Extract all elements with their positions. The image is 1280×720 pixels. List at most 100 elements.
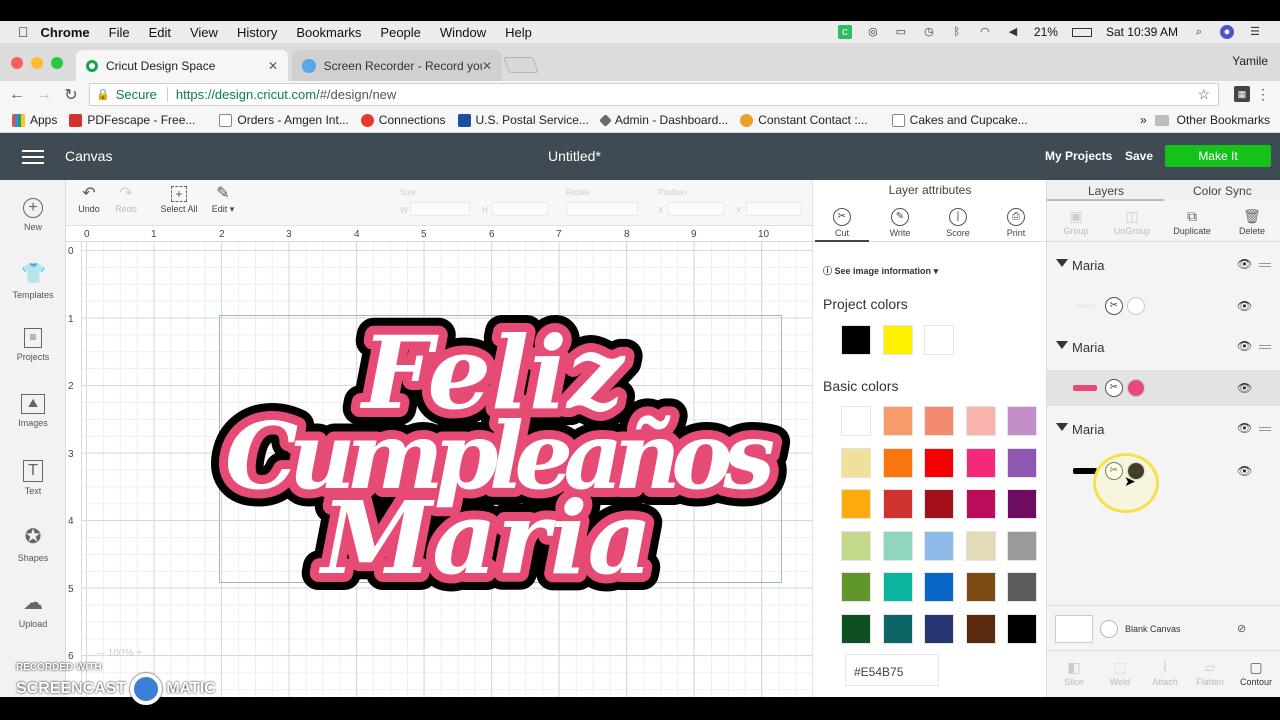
wifi-icon[interactable]: ◠ xyxy=(978,25,992,39)
layer-color-dot[interactable] xyxy=(1127,297,1145,315)
sidebar-item-templates[interactable]: 👕 Templates xyxy=(0,262,66,300)
sidebar-item-projects[interactable]: ≡ Projects xyxy=(0,328,66,362)
bluetooth-icon[interactable]: ᛒ xyxy=(950,25,964,39)
canvas-color-dot[interactable] xyxy=(1100,620,1118,638)
other-bookmarks[interactable]: Other Bookmarks xyxy=(1177,113,1270,127)
save-button[interactable]: Save xyxy=(1125,149,1153,163)
basic-color-swatch[interactable] xyxy=(882,613,913,644)
new-tab-button[interactable] xyxy=(503,57,539,73)
menu-help[interactable]: Help xyxy=(505,25,532,40)
bookmark-usps[interactable]: U.S. Postal Service... xyxy=(457,113,589,127)
basic-color-swatch[interactable] xyxy=(841,530,871,561)
basic-color-swatch[interactable] xyxy=(965,613,996,644)
select-all-button[interactable]: + Select All xyxy=(158,184,200,214)
basic-color-swatch[interactable] xyxy=(1007,530,1037,561)
width-input[interactable] xyxy=(410,202,470,216)
basic-color-swatch[interactable] xyxy=(924,613,954,644)
basic-color-swatch[interactable] xyxy=(841,406,871,436)
basic-color-swatch[interactable] xyxy=(882,489,913,519)
attach-button[interactable]: ⌇ Attach xyxy=(1142,659,1188,687)
bookmark-star-icon[interactable]: ☆ xyxy=(1197,86,1210,103)
basic-color-swatch[interactable] xyxy=(841,489,871,519)
my-projects-button[interactable]: My Projects xyxy=(1045,149,1112,163)
bookmark-pdfescape[interactable]: PDFescape - Free... xyxy=(69,113,195,127)
delete-button[interactable]: 🗑 Delete xyxy=(1227,208,1277,236)
bookmark-cakes-cupcakes[interactable]: Cakes and Cupcake... xyxy=(891,113,1028,127)
collapse-triangle-icon[interactable] xyxy=(1056,423,1068,431)
sidebar-item-images[interactable]: ⛰ Images xyxy=(0,394,66,428)
time-machine-icon[interactable]: ◷ xyxy=(922,25,936,39)
close-tab-icon[interactable]: ✕ xyxy=(482,59,492,73)
drag-handle-icon[interactable] xyxy=(1259,345,1271,349)
sidebar-item-text[interactable]: T Text xyxy=(0,460,66,496)
collapse-triangle-icon[interactable] xyxy=(1056,341,1068,349)
rotate-input[interactable] xyxy=(566,202,638,216)
sidebar-item-upload[interactable]: ☁ Upload xyxy=(0,591,66,629)
chrome-menu-icon[interactable]: ⋮ xyxy=(1256,86,1270,103)
menu-history[interactable]: History xyxy=(237,25,277,40)
back-arrow-icon[interactable]: ← xyxy=(7,86,27,104)
undo-button[interactable]: ↶ Undo xyxy=(76,184,102,214)
redo-button[interactable]: ↷ Redo xyxy=(113,184,139,214)
eye-icon[interactable]: 👁 xyxy=(1237,464,1252,478)
eye-icon[interactable]: 👁 xyxy=(1237,421,1252,435)
collapse-triangle-icon[interactable] xyxy=(1056,259,1068,267)
evernote-icon[interactable]: c xyxy=(837,25,852,39)
layer-row[interactable]: ✂ 👁 xyxy=(1047,453,1280,489)
y-input[interactable] xyxy=(746,202,802,216)
menu-people[interactable]: People xyxy=(380,25,420,40)
zoom-window-button[interactable] xyxy=(51,57,63,69)
layer-white-text[interactable]: Feliz Cumpleaños Maria xyxy=(225,314,775,597)
tab-cricut-design-space[interactable]: Cricut Design Space ✕ xyxy=(76,50,288,81)
basic-color-swatch[interactable] xyxy=(882,530,913,561)
profile-name[interactable]: Yamile xyxy=(1232,54,1268,68)
tab-layers[interactable]: Layers xyxy=(1088,184,1124,198)
bookmark-apps[interactable]: Apps xyxy=(12,113,57,127)
tab-score[interactable]: ❘ Score xyxy=(931,208,985,238)
basic-color-swatch[interactable] xyxy=(965,447,996,478)
edit-dropdown[interactable]: ✎ Edit ▾ xyxy=(207,184,239,215)
cut-icon[interactable]: ✂ xyxy=(1105,297,1123,315)
basic-color-swatch[interactable] xyxy=(924,489,954,519)
group-button[interactable]: ▣ Group xyxy=(1051,208,1101,236)
blank-canvas-thumbnail[interactable] xyxy=(1055,615,1093,643)
basic-color-swatch[interactable] xyxy=(924,447,954,478)
eye-off-icon[interactable]: ⊘ xyxy=(1237,622,1246,635)
menu-clock[interactable]: Sat 10:39 AM xyxy=(1106,25,1178,39)
tab-write[interactable]: ✎ Write xyxy=(873,208,927,238)
weld-button[interactable]: ⬚ Weld xyxy=(1097,659,1143,687)
basic-color-swatch[interactable] xyxy=(1007,489,1037,519)
basic-color-swatch[interactable] xyxy=(965,572,996,602)
basic-color-swatch[interactable] xyxy=(965,406,996,436)
airplay-icon[interactable]: ▭ xyxy=(894,25,908,39)
url-bar[interactable]: 🔒 Secure https://design.cricut.com /#/de… xyxy=(89,83,1219,106)
layer-row[interactable]: ✂ 👁 xyxy=(1047,370,1280,406)
basic-color-swatch[interactable] xyxy=(882,447,913,478)
layer-group-header[interactable]: Maria 👁 xyxy=(1047,333,1280,361)
ungroup-button[interactable]: ◫ UnGroup xyxy=(1107,208,1157,236)
x-input[interactable] xyxy=(668,202,724,216)
close-window-button[interactable] xyxy=(11,57,23,69)
volume-icon[interactable]: ◀ xyxy=(1006,25,1020,39)
contour-button[interactable]: ▢ Contour xyxy=(1233,659,1279,687)
project-color-swatch[interactable] xyxy=(841,325,871,355)
bookmark-connections[interactable]: Connections xyxy=(360,113,446,127)
bookmark-constant-contact[interactable]: Constant Contact :... xyxy=(740,113,868,127)
spotlight-search-icon[interactable]: ⌕ xyxy=(1192,25,1206,39)
cut-icon[interactable]: ✂ xyxy=(1105,379,1123,397)
sync-icon[interactable]: ◎ xyxy=(866,25,880,39)
make-it-button[interactable]: Make It xyxy=(1165,145,1271,167)
notification-center-icon[interactable]: ☰ xyxy=(1248,25,1262,39)
drag-handle-icon[interactable] xyxy=(1259,427,1271,431)
basic-color-swatch[interactable] xyxy=(924,572,954,602)
basic-color-swatch[interactable] xyxy=(882,406,913,436)
see-image-information-toggle[interactable]: ⓘ See image information ▾ xyxy=(823,264,938,277)
basic-color-swatch[interactable] xyxy=(841,447,871,478)
basic-color-swatch[interactable] xyxy=(841,572,871,602)
menu-window[interactable]: Window xyxy=(440,25,486,40)
basic-color-swatch[interactable] xyxy=(924,530,954,561)
apple-icon[interactable]:  xyxy=(18,24,29,40)
menu-app-name[interactable]: Chrome xyxy=(41,25,90,40)
height-input[interactable] xyxy=(492,202,548,216)
basic-color-swatch[interactable] xyxy=(841,613,871,644)
